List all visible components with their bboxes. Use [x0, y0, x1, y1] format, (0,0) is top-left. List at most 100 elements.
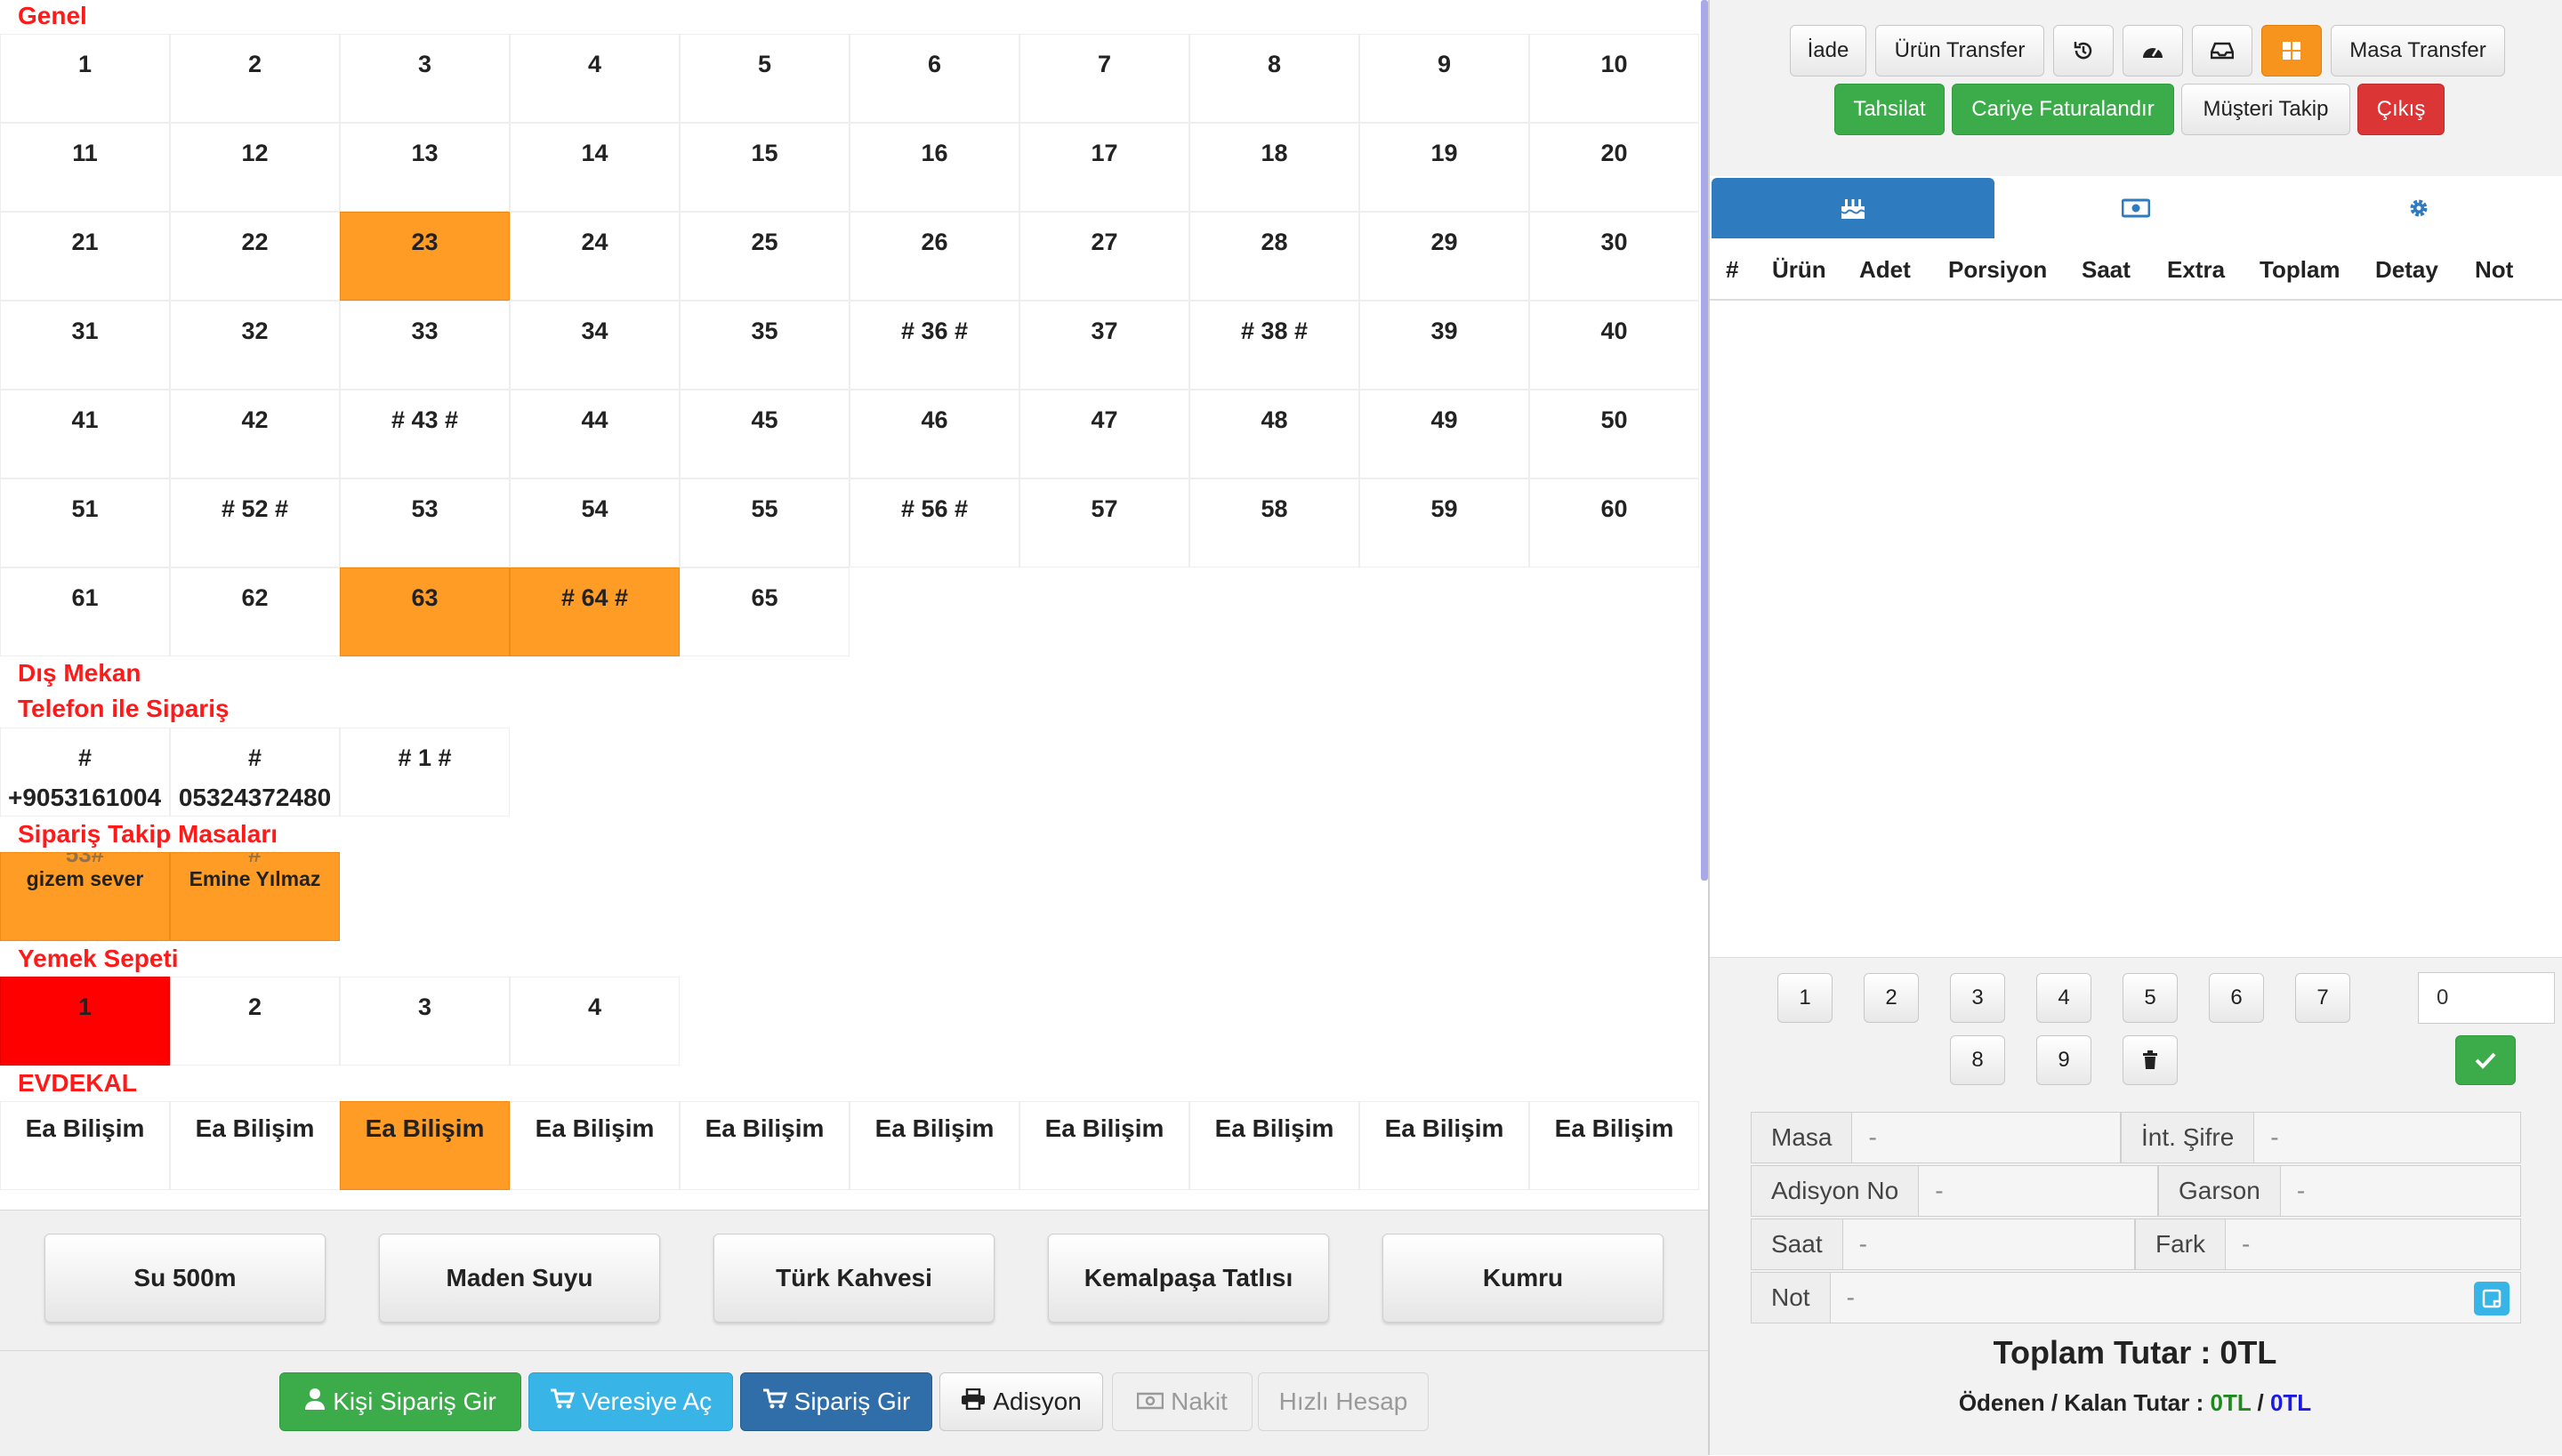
phone-order-tile[interactable]: # +9053161004 — [0, 728, 170, 816]
table-tile[interactable]: 46 — [850, 390, 1019, 479]
table-tile[interactable]: 22 — [170, 212, 340, 301]
cikis-button[interactable]: Çıkış — [2357, 84, 2445, 135]
table-tile[interactable]: 2 — [170, 34, 340, 123]
evdekal-tile[interactable]: Ea Bilişim — [1019, 1101, 1189, 1190]
quick-product-maden-suyu-button[interactable]: Maden Suyu — [379, 1234, 660, 1323]
yemek-sepeti-tile[interactable]: 4 — [510, 977, 680, 1066]
table-tile[interactable]: 18 — [1189, 123, 1359, 212]
evdekal-tile[interactable]: Ea Bilişim — [1189, 1101, 1359, 1190]
table-tile[interactable]: 9 — [1359, 34, 1529, 123]
table-tile[interactable]: 27 — [1019, 212, 1189, 301]
table-tile[interactable]: 57 — [1019, 479, 1189, 567]
siparis-gir-button[interactable]: Sipariş Gir — [740, 1372, 932, 1431]
quantity-input[interactable] — [2418, 972, 2555, 1024]
phone-order-tile[interactable]: #05324372480 — [170, 728, 340, 816]
table-tile[interactable]: # 52 # — [170, 479, 340, 567]
history-icon[interactable] — [2053, 25, 2114, 76]
quick-product-kumru-button[interactable]: Kumru — [1382, 1234, 1664, 1323]
table-tile[interactable]: 41 — [0, 390, 170, 479]
table-tile[interactable]: 10 — [1529, 34, 1699, 123]
table-tile[interactable]: 34 — [510, 301, 680, 390]
table-tile[interactable]: 32 — [170, 301, 340, 390]
table-tile[interactable]: 35 — [680, 301, 850, 390]
table-tile[interactable]: 15 — [680, 123, 850, 212]
table-tile[interactable]: 55 — [680, 479, 850, 567]
table-tile[interactable]: 62 — [170, 567, 340, 656]
quick-product-kemalpasa-button[interactable]: Kemalpaşa Tatlısı — [1048, 1234, 1329, 1323]
table-tile[interactable]: 24 — [510, 212, 680, 301]
table-tile[interactable]: 25 — [680, 212, 850, 301]
table-tile[interactable]: 5 — [680, 34, 850, 123]
table-tile[interactable]: # 64 # — [510, 567, 680, 656]
windows-icon[interactable] — [2261, 25, 2322, 76]
table-tile[interactable]: 33 — [340, 301, 510, 390]
table-tile[interactable]: 20 — [1529, 123, 1699, 212]
numpad-5[interactable]: 5 — [2123, 973, 2178, 1023]
yemek-sepeti-tile[interactable]: 2 — [170, 977, 340, 1066]
kisi-siparis-button[interactable]: Kişi Sipariş Gir — [279, 1372, 521, 1431]
adisyon-button[interactable]: Adisyon — [939, 1372, 1103, 1431]
table-tile[interactable]: 28 — [1189, 212, 1359, 301]
table-tile[interactable]: # 56 # — [850, 479, 1019, 567]
evdekal-tile[interactable]: Ea Bilişim — [1529, 1101, 1699, 1190]
evdekal-tile[interactable]: Ea Bilişim — [340, 1101, 510, 1190]
table-tile[interactable]: # 43 # — [340, 390, 510, 479]
table-tile[interactable]: 51 — [0, 479, 170, 567]
table-tile[interactable]: 37 — [1019, 301, 1189, 390]
evdekal-tile[interactable]: Ea Bilişim — [680, 1101, 850, 1190]
tahsilat-button[interactable]: Tahsilat — [1834, 84, 1945, 135]
table-tile[interactable]: 40 — [1529, 301, 1699, 390]
nakit-button[interactable]: Nakit — [1112, 1372, 1253, 1431]
evdekal-tile[interactable]: Ea Bilişim — [1359, 1101, 1529, 1190]
table-tile[interactable]: 12 — [170, 123, 340, 212]
evdekal-tile[interactable]: Ea Bilişim — [170, 1101, 340, 1190]
numpad-clear-button[interactable] — [2123, 1035, 2178, 1085]
numpad-4[interactable]: 4 — [2036, 973, 2091, 1023]
confirm-button[interactable] — [2455, 1035, 2516, 1085]
table-tile[interactable]: 23 — [340, 212, 510, 301]
hizli-hesap-button[interactable]: Hızlı Hesap — [1258, 1372, 1429, 1431]
table-tile[interactable]: 11 — [0, 123, 170, 212]
table-tile[interactable]: 54 — [510, 479, 680, 567]
table-tile[interactable]: 61 — [0, 567, 170, 656]
table-tile[interactable]: 45 — [680, 390, 850, 479]
table-tile[interactable]: 39 — [1359, 301, 1529, 390]
table-tile[interactable]: 7 — [1019, 34, 1189, 123]
table-tile[interactable]: 50 — [1529, 390, 1699, 479]
table-tile[interactable]: 47 — [1019, 390, 1189, 479]
table-tile[interactable]: 4 — [510, 34, 680, 123]
numpad-6[interactable]: 6 — [2209, 973, 2264, 1023]
table-tile[interactable]: 30 — [1529, 212, 1699, 301]
phone-order-tile[interactable]: # 1 # — [340, 728, 510, 816]
table-tile[interactable]: 1 — [0, 34, 170, 123]
table-tile[interactable]: 19 — [1359, 123, 1529, 212]
edit-note-icon[interactable] — [2474, 1282, 2510, 1315]
table-tile[interactable]: 44 — [510, 390, 680, 479]
table-tile[interactable]: # 38 # — [1189, 301, 1359, 390]
evdekal-tile[interactable]: Ea Bilişim — [510, 1101, 680, 1190]
quick-product-su-button[interactable]: Su 500m — [44, 1234, 326, 1323]
siparis-takip-tile[interactable]: # Emine Yılmaz — [170, 852, 340, 941]
tab-payment[interactable] — [1994, 178, 2277, 238]
table-tile[interactable]: 42 — [170, 390, 340, 479]
masa-transfer-button[interactable]: Masa Transfer — [2331, 25, 2505, 76]
table-tile[interactable]: 16 — [850, 123, 1019, 212]
tab-settings[interactable] — [2277, 178, 2560, 238]
quick-product-turk-kahvesi-button[interactable]: Türk Kahvesi — [713, 1234, 995, 1323]
table-tile[interactable]: 14 — [510, 123, 680, 212]
evdekal-tile[interactable]: Ea Bilişim — [0, 1101, 170, 1190]
yemek-sepeti-tile[interactable]: 1 — [0, 977, 170, 1066]
numpad-2[interactable]: 2 — [1864, 973, 1919, 1023]
table-tile[interactable]: 49 — [1359, 390, 1529, 479]
inbox-icon[interactable] — [2192, 25, 2252, 76]
numpad-8[interactable]: 8 — [1950, 1035, 2005, 1085]
yemek-sepeti-tile[interactable]: 3 — [340, 977, 510, 1066]
left-scrollbar[interactable] — [1701, 0, 1708, 881]
table-tile[interactable]: 21 — [0, 212, 170, 301]
table-tile[interactable]: 58 — [1189, 479, 1359, 567]
iade-button[interactable]: İade — [1790, 25, 1866, 76]
table-tile[interactable]: 48 — [1189, 390, 1359, 479]
table-tile[interactable]: 26 — [850, 212, 1019, 301]
siparis-takip-tile[interactable]: 53# gizem sever — [0, 852, 170, 941]
table-tile[interactable]: 65 — [680, 567, 850, 656]
